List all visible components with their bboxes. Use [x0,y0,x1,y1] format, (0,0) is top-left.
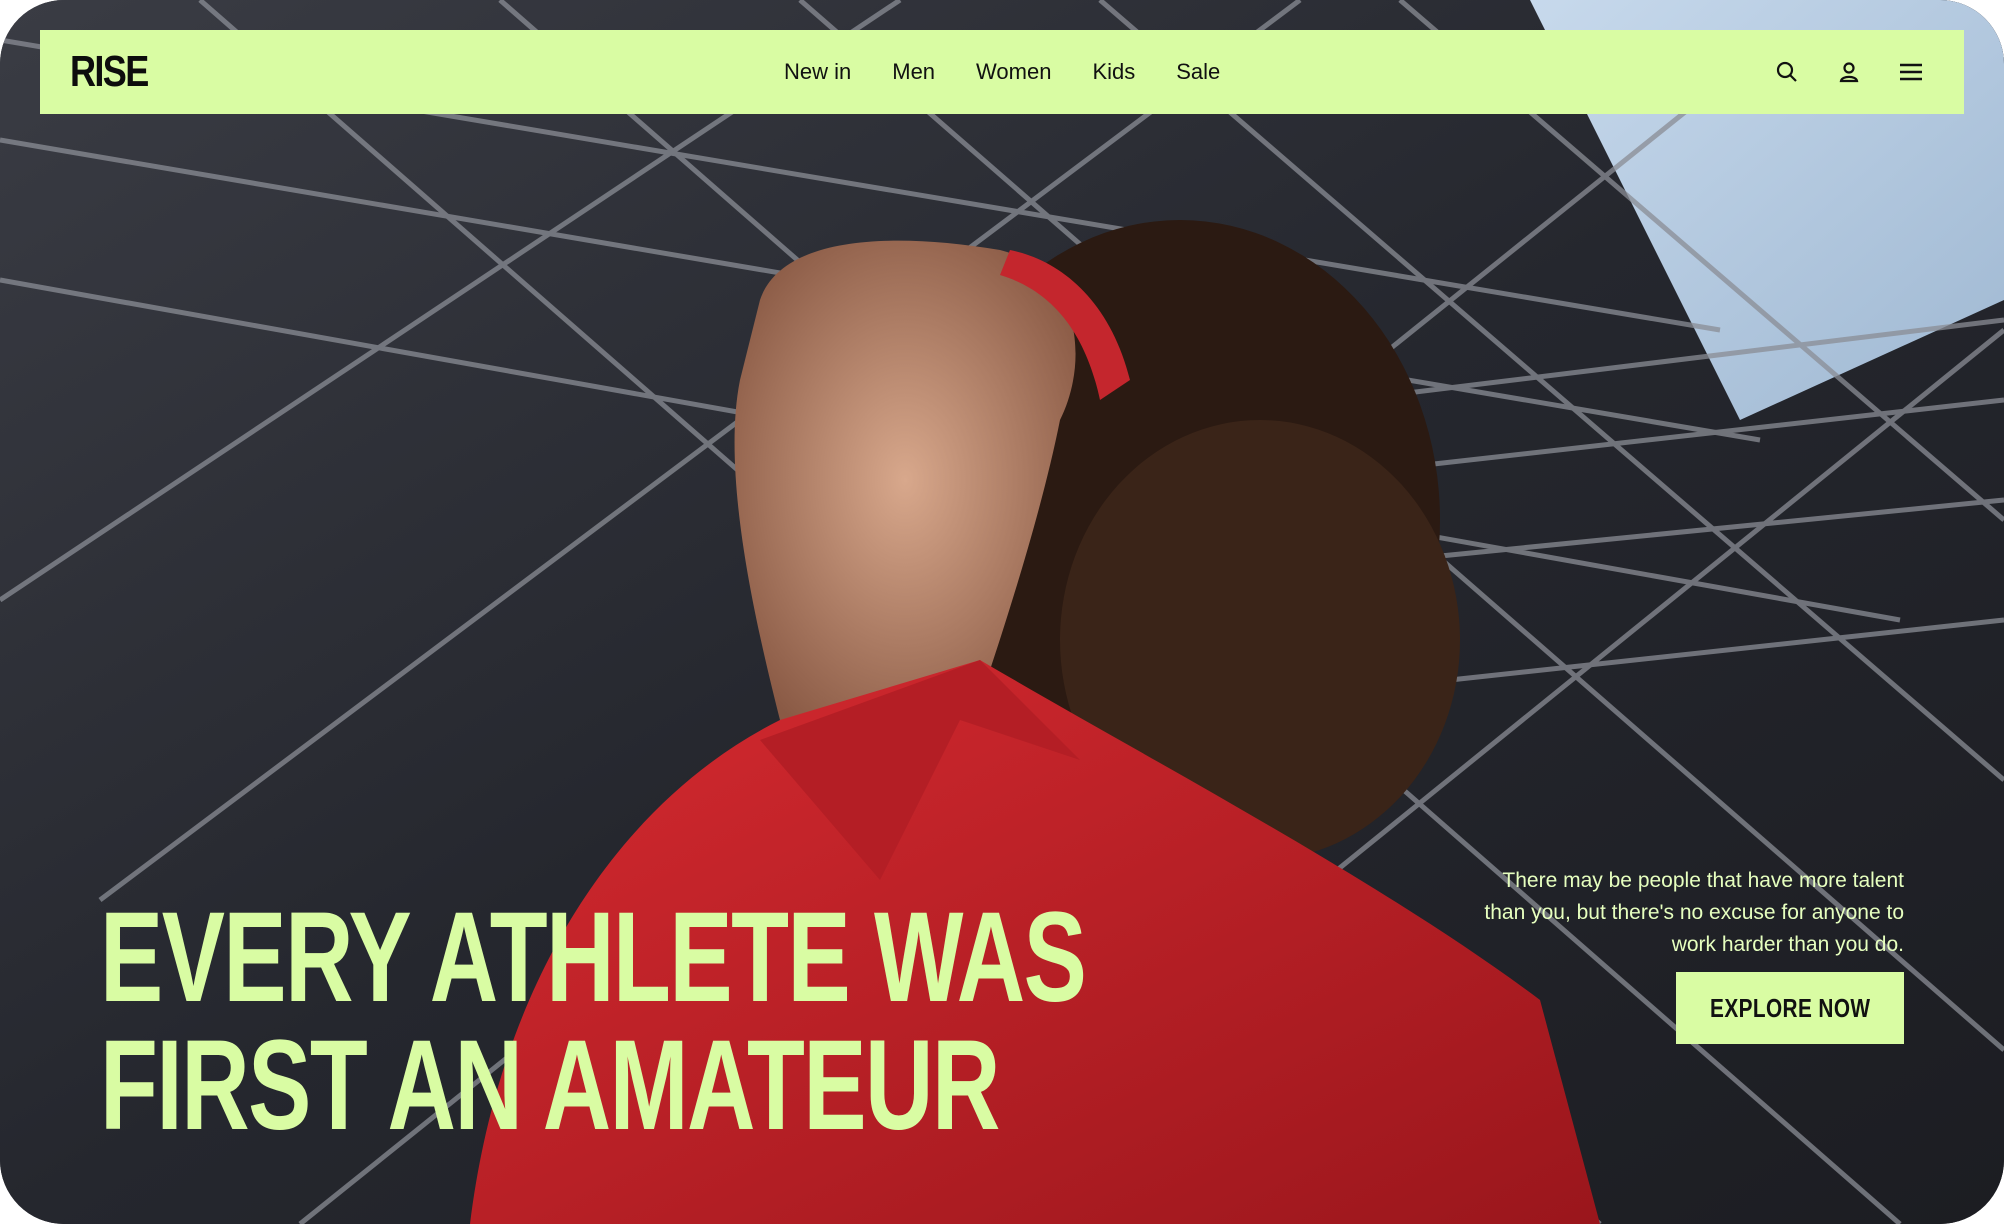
page-frame: RISE New in Men Women Kids Sale EVERY AT… [0,0,2004,1224]
user-icon[interactable] [1836,59,1862,85]
hero-headline-line-2: FIRST AN AMATEUR [100,1013,1000,1157]
brand-logo[interactable]: RISE [70,48,149,96]
top-navbar: RISE New in Men Women Kids Sale [40,30,1964,114]
hero-headline-line-1: EVERY ATHLETE WAS [100,885,1087,1029]
hero-tagline: There may be people that have more talen… [1484,869,1904,956]
hero-headline: EVERY ATHLETE WAS FIRST AN AMATEUR [100,885,1087,1157]
explore-now-label: EXPLORE NOW [1709,992,1871,1023]
nav-link-new-in[interactable]: New in [784,59,851,85]
nav-link-kids[interactable]: Kids [1092,59,1135,85]
main-nav: New in Men Women Kids Sale [784,30,1261,114]
menu-icon[interactable] [1898,59,1924,85]
search-icon[interactable] [1774,59,1800,85]
nav-actions [1774,30,1924,114]
nav-link-sale[interactable]: Sale [1176,59,1220,85]
nav-link-men[interactable]: Men [892,59,935,85]
nav-link-women[interactable]: Women [976,59,1051,85]
explore-now-button[interactable]: EXPLORE NOW [1676,972,1904,1044]
